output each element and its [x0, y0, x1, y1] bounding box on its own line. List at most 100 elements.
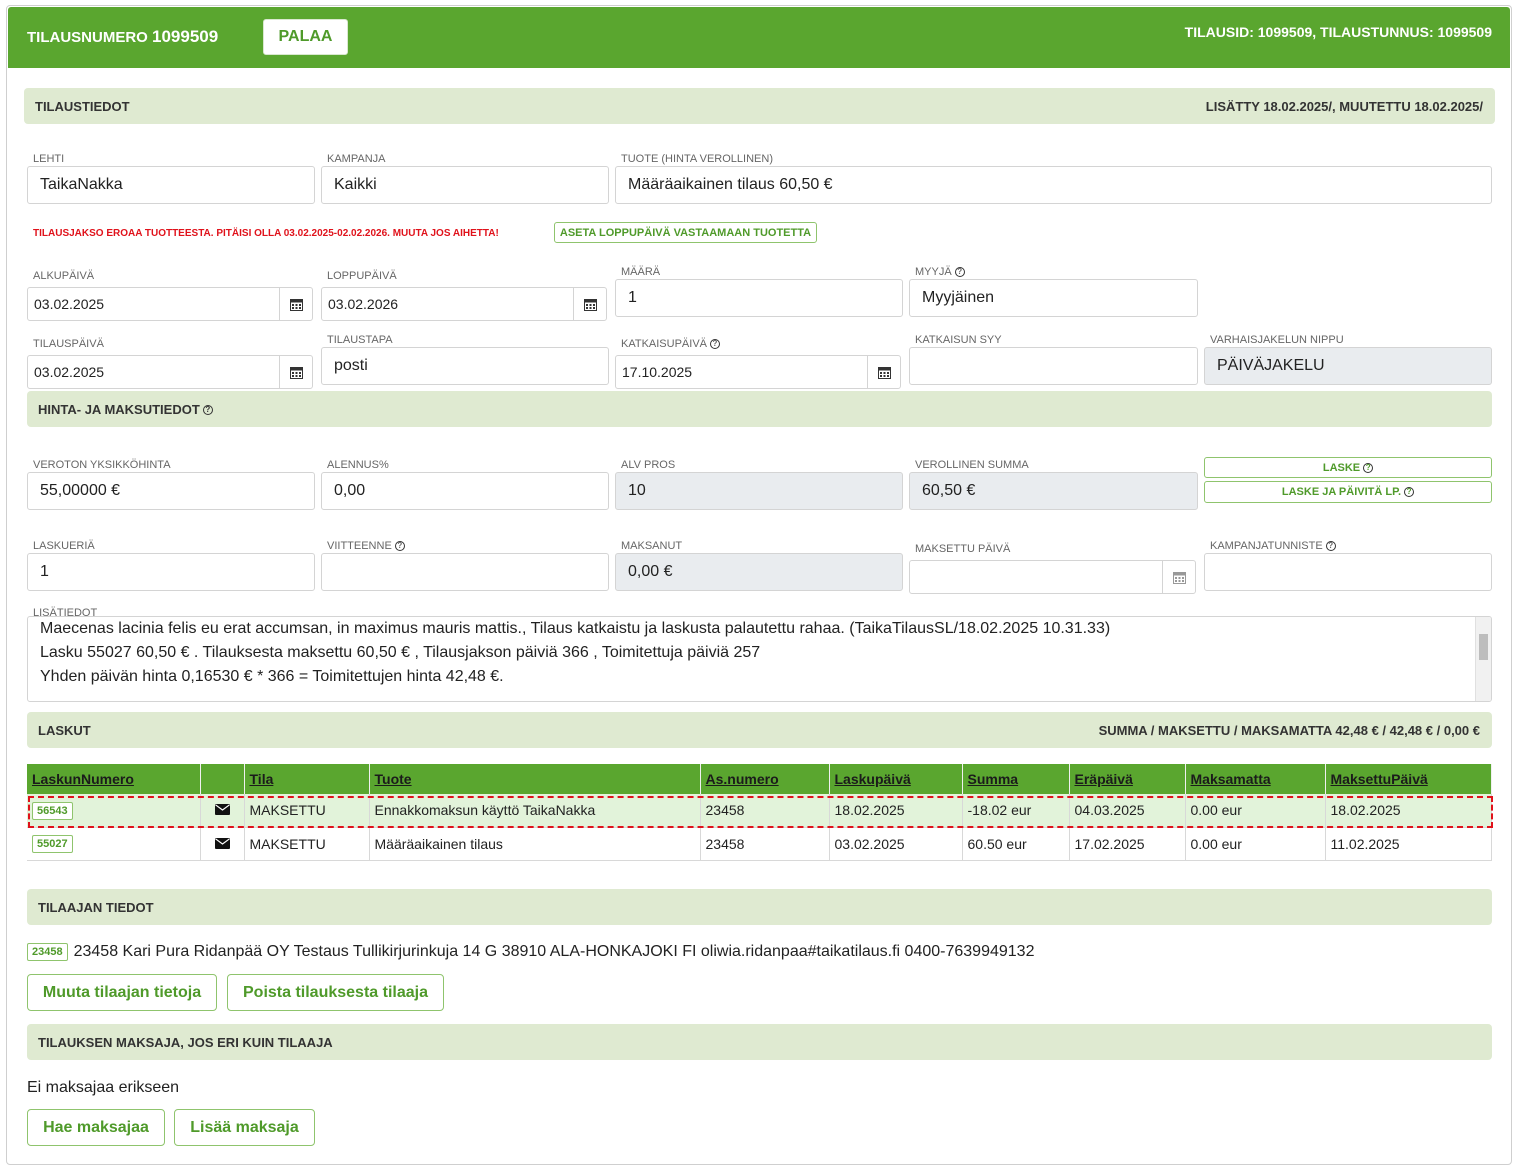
- cell-maksettupaiva: 18.02.2025: [1325, 794, 1492, 828]
- tilaustapa-field: TILAUSTAPA posti: [321, 334, 609, 386]
- pricing-section: HINTA- JA MAKSUTIEDOT?: [27, 391, 1492, 427]
- cell-tuote: Määräaikainen tilaus: [369, 827, 701, 861]
- help-icon[interactable]: ?: [1363, 462, 1374, 473]
- katkaisupaiva-field: KATKAISUPÄIVÄ? 17.10.2025: [615, 338, 901, 390]
- col-asnumero[interactable]: As.numero: [700, 764, 830, 794]
- alkupaiva-input[interactable]: 03.02.2025: [27, 287, 313, 321]
- maksettu-paiva-field: MAKSETTU PÄIVÄ: [909, 543, 1196, 595]
- envelope-icon[interactable]: [214, 802, 230, 818]
- kampanja-input[interactable]: Kaikki: [321, 166, 609, 204]
- col-erapaiva[interactable]: Eräpäivä: [1069, 764, 1186, 794]
- myyja-input[interactable]: Myyjäinen: [909, 279, 1198, 317]
- invoice-number-link[interactable]: 55027: [32, 835, 73, 853]
- laskueria-input[interactable]: 1: [27, 553, 315, 591]
- invoices-title: LASKUT: [38, 722, 91, 738]
- col-tuote[interactable]: Tuote: [369, 764, 701, 794]
- alv-value: 10: [615, 472, 903, 510]
- order-ids: TILAUSID: 1099509, TILAUSTUNNUS: 1099509: [1184, 24, 1492, 40]
- calendar-icon[interactable]: [279, 288, 312, 320]
- help-icon[interactable]: ?: [394, 541, 405, 552]
- veroton-label: VEROTON YKSIKKÖHINTA: [33, 459, 171, 471]
- calculate-button[interactable]: LASKE?: [1204, 457, 1492, 478]
- maksanut-value: 0,00 €: [615, 553, 903, 591]
- textarea-scrollbar[interactable]: [1475, 617, 1491, 701]
- viitteenne-input[interactable]: [321, 553, 609, 591]
- col-summa[interactable]: Summa: [962, 764, 1070, 794]
- order-number: 1099509: [152, 27, 219, 46]
- kampanjatunniste-input[interactable]: [1204, 553, 1492, 591]
- help-icon[interactable]: ?: [202, 405, 213, 416]
- cell-maksamatta: 0.00 eur: [1185, 827, 1326, 861]
- tilauspaiva-field: TILAUSPÄIVÄ 03.02.2025: [27, 338, 313, 390]
- remove-customer-button[interactable]: Poista tilauksesta tilaaja: [227, 974, 444, 1011]
- lehti-input[interactable]: TaikaNakka: [27, 166, 315, 204]
- help-icon[interactable]: ?: [1404, 487, 1415, 497]
- invoices-summary: SUMMA / MAKSETTU / MAKSAMATTA 42,48 € / …: [1098, 722, 1480, 738]
- col-icon: [200, 764, 245, 794]
- order-title: TILAUSNUMERO 1099509: [27, 27, 218, 47]
- col-laskupaiva[interactable]: Laskupäivä: [829, 764, 963, 794]
- alv-label: ALV PROS: [621, 459, 676, 471]
- invoice-number-link[interactable]: 56543: [32, 801, 73, 820]
- cell-erapaiva: 17.02.2025: [1069, 827, 1186, 861]
- help-icon[interactable]: ?: [954, 267, 965, 278]
- maara-input[interactable]: 1: [615, 279, 903, 317]
- help-icon[interactable]: ?: [710, 339, 720, 350]
- verollinen-field: VEROLLINEN SUMMA 60,50 €: [909, 459, 1198, 511]
- add-payer-button[interactable]: Lisää maksaja: [174, 1109, 315, 1146]
- back-button[interactable]: PALAA: [263, 19, 348, 55]
- cell-asnumero: 23458: [700, 794, 830, 828]
- katkaisupaiva-input[interactable]: 17.10.2025: [615, 355, 901, 389]
- lisatiedot-textarea[interactable]: Maecenas lacinia felis eu erat accumsan,…: [27, 616, 1492, 702]
- order-label: TILAUSNUMERO: [27, 29, 148, 46]
- verollinen-label: VEROLLINEN SUMMA: [915, 459, 1029, 471]
- maksanut-label: MAKSANUT: [621, 540, 683, 552]
- calendar-icon[interactable]: [279, 356, 312, 388]
- maksettu-paiva-label: MAKSETTU PÄIVÄ: [915, 543, 1011, 555]
- katkaisun-syy-select[interactable]: [909, 347, 1198, 385]
- loppupaiva-input[interactable]: 03.02.2026: [321, 287, 607, 321]
- viitteenne-field: VIITTEENNE?: [321, 540, 609, 592]
- cell-icon: [200, 827, 245, 861]
- tilauspaiva-label: TILAUSPÄIVÄ: [33, 338, 104, 350]
- col-laskunnumero[interactable]: LaskunNumero: [27, 764, 201, 794]
- col-maksamatta[interactable]: Maksamatta: [1185, 764, 1326, 794]
- viitteenne-label-text: VIITTEENNE: [327, 540, 392, 552]
- loppupaiva-field: LOPPUPÄIVÄ 03.02.2026: [321, 270, 607, 322]
- calculate-update-button[interactable]: LASKE JA PÄIVITÄ LP.?: [1204, 481, 1492, 503]
- cell-laskupaiva: 18.02.2025: [829, 794, 963, 828]
- pricing-title: HINTA- JA MAKSUTIEDOT?: [38, 402, 213, 417]
- maara-field: MÄÄRÄ 1: [615, 266, 903, 318]
- maksettu-paiva-input[interactable]: [909, 560, 1196, 594]
- col-tila[interactable]: Tila: [244, 764, 370, 794]
- customer-number-link[interactable]: 23458: [27, 943, 68, 961]
- viitteenne-label: VIITTEENNE?: [327, 540, 405, 552]
- tuote-select[interactable]: Määräaikainen tilaus 60,50 €: [615, 166, 1492, 204]
- help-icon[interactable]: ?: [1325, 541, 1336, 552]
- table-row[interactable]: 55027 MAKSETTU Määräaikainen tilaus 2345…: [27, 827, 1492, 861]
- table-header-row: LaskunNumero Tila Tuote As.numero Laskup…: [27, 764, 1492, 794]
- cell-asnumero: 23458: [700, 827, 830, 861]
- kampanja-label: KAMPANJA: [327, 153, 386, 165]
- cell-numero: 55027: [27, 827, 201, 861]
- alennus-input[interactable]: 0,00: [321, 472, 609, 510]
- envelope-icon[interactable]: [214, 836, 230, 852]
- tilauspaiva-input[interactable]: 03.02.2025: [27, 355, 313, 389]
- order-info-section: TILAUSTIEDOT LISÄTTY 18.02.2025/, MUUTET…: [24, 88, 1495, 124]
- katkaisun-syy-label: KATKAISUN SYY: [915, 334, 1002, 346]
- pricing-title-text: HINTA- JA MAKSUTIEDOT: [38, 401, 200, 417]
- edit-customer-button[interactable]: Muuta tilaajan tietoja: [27, 974, 217, 1011]
- myyja-label-text: MYYJÄ: [915, 266, 952, 278]
- table-row[interactable]: 56543 MAKSETTU Ennakkomaksun käyttö Taik…: [27, 794, 1492, 828]
- calendar-icon[interactable]: [573, 288, 606, 320]
- kampanjatunniste-label-text: KAMPANJATUNNISTE: [1210, 540, 1323, 552]
- calendar-icon[interactable]: [1162, 561, 1195, 593]
- veroton-input[interactable]: 55,00000 €: [27, 472, 315, 510]
- scrollbar-thumb[interactable]: [1479, 634, 1488, 660]
- katkaisupaiva-value: 17.10.2025: [622, 364, 693, 380]
- col-maksettupaiva[interactable]: MaksettuPäivä: [1325, 764, 1492, 794]
- set-end-date-button[interactable]: ASETA LOPPUPÄIVÄ VASTAAMAAN TUOTETTA: [554, 222, 817, 243]
- tilaustapa-select[interactable]: posti: [321, 347, 609, 385]
- calendar-icon[interactable]: [867, 356, 900, 388]
- search-payer-button[interactable]: Hae maksajaa: [27, 1109, 165, 1146]
